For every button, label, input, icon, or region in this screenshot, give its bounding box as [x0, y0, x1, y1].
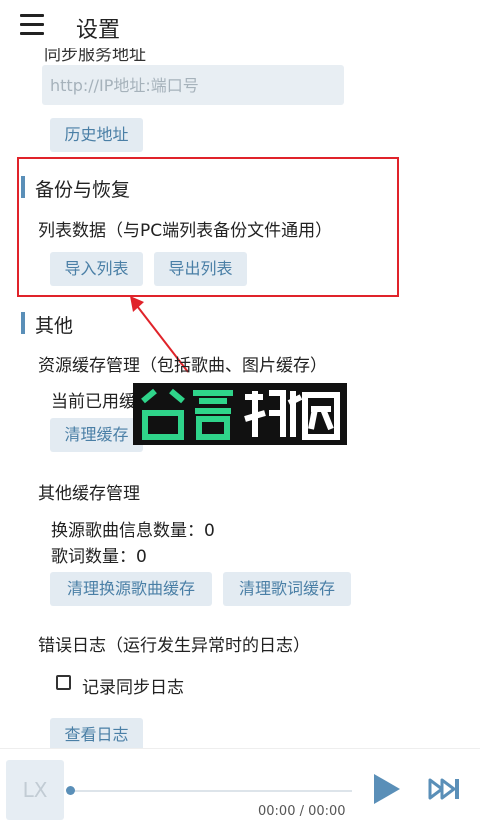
source-count-text: 换源歌曲信息数量：0 — [51, 521, 215, 541]
page-title: 设置 — [76, 18, 121, 43]
lyric-count-text: 歌词数量：0 — [51, 547, 147, 567]
section-marker — [21, 312, 25, 334]
clear-cache-button[interactable]: 清理缓存 — [50, 418, 143, 452]
view-log-button[interactable]: 查看日志 — [50, 718, 143, 752]
history-address-button[interactable]: 历史地址 — [50, 118, 143, 152]
sync-server-input[interactable] — [42, 65, 338, 105]
record-sync-log-label[interactable]: 记录同步日志 — [82, 673, 184, 698]
resource-cache-label: 资源缓存管理（包括歌曲、图片缓存） — [38, 356, 327, 376]
other-cache-label: 其他缓存管理 — [38, 484, 140, 504]
album-cover[interactable]: LX — [6, 760, 64, 820]
watermark-logo — [133, 383, 347, 445]
app-header — [0, 0, 480, 54]
record-sync-log-checkbox[interactable] — [56, 675, 71, 690]
progress-track[interactable] — [70, 790, 352, 792]
other-section-title: 其他 — [35, 315, 74, 337]
menu-icon[interactable] — [20, 14, 44, 35]
play-icon[interactable] — [372, 772, 402, 806]
error-log-label: 错误日志（运行发生异常时的日志） — [38, 636, 310, 656]
sync-server-input-wrap — [42, 65, 344, 105]
highlight-box — [17, 157, 399, 297]
time-display: 00:00 / 00:00 — [258, 804, 346, 819]
next-icon[interactable] — [428, 776, 462, 802]
clear-lyric-cache-button[interactable]: 清理歌词缓存 — [223, 572, 351, 606]
clear-source-cache-button[interactable]: 清理换源歌曲缓存 — [50, 572, 212, 606]
progress-handle[interactable] — [66, 786, 75, 795]
